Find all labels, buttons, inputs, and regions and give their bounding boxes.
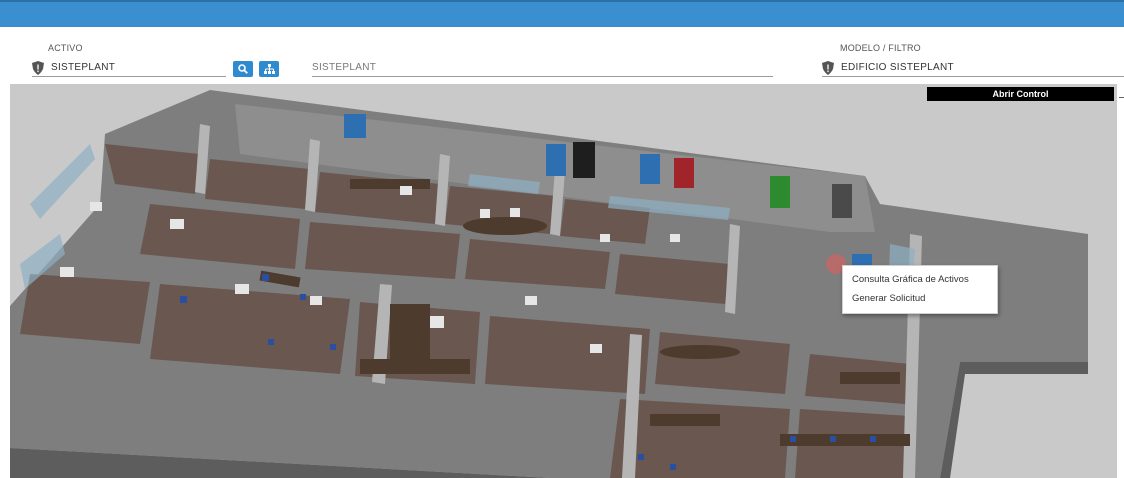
modelo-label: MODELO / FILTRO	[840, 43, 921, 53]
open-control-button[interactable]: Abrir Control	[927, 87, 1114, 101]
activo-description-field[interactable]: SISTEPLANT	[312, 59, 773, 77]
context-menu: Consulta Gráfica de Activos Generar Soli…	[842, 265, 998, 314]
panel-collapse-handle[interactable]	[1119, 97, 1124, 98]
search-icon	[238, 64, 248, 74]
context-menu-item-generar-solicitud[interactable]: Generar Solicitud	[843, 289, 997, 308]
hierarchy-icon	[263, 64, 275, 74]
hierarchy-button[interactable]	[259, 61, 279, 77]
search-button[interactable]	[233, 61, 253, 77]
shield-icon	[822, 60, 834, 75]
activo-label: ACTIVO	[48, 43, 83, 53]
activo-description-value: SISTEPLANT	[312, 62, 377, 73]
activo-value: SISTEPLANT	[51, 62, 116, 73]
shield-icon	[32, 60, 44, 75]
context-menu-item-consulta[interactable]: Consulta Gráfica de Activos	[843, 270, 997, 289]
activo-field[interactable]: SISTEPLANT	[32, 59, 226, 77]
modelo-field[interactable]: EDIFICIO SISTEPLANT	[822, 59, 1124, 77]
modelo-value: EDIFICIO SISTEPLANT	[841, 62, 954, 73]
top-header-bar	[0, 0, 1124, 27]
